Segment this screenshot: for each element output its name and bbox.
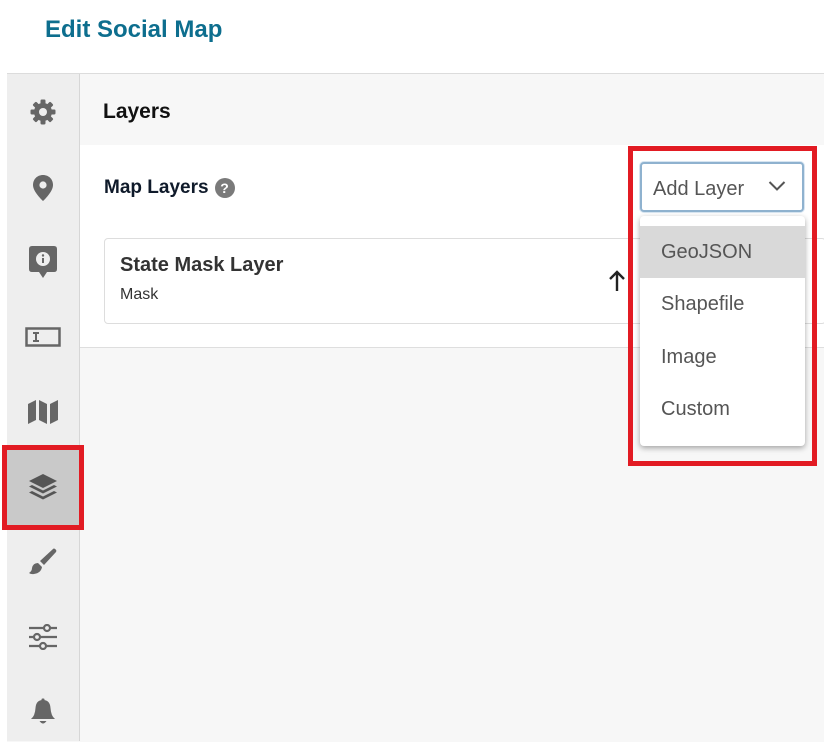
layer-name: State Mask Layer — [120, 254, 284, 276]
dropdown-option-shapefile[interactable]: Shapefile — [640, 278, 805, 330]
move-up-button[interactable] — [605, 269, 629, 293]
sidebar-item-text[interactable] — [7, 299, 79, 375]
dropdown-option-custom[interactable]: Custom — [640, 383, 805, 435]
bell-icon — [31, 698, 55, 724]
gear-icon — [30, 99, 56, 125]
sliders-icon — [29, 624, 57, 650]
map-icon — [28, 400, 58, 424]
sidebar-item-map[interactable] — [7, 374, 79, 450]
section-title: Layers — [103, 100, 171, 123]
chevron-down-icon — [768, 181, 786, 191]
sidebar-item-location[interactable] — [7, 150, 79, 226]
add-layer-select[interactable]: Add Layer — [640, 162, 804, 212]
layer-type: Mask — [120, 286, 159, 303]
dropdown-option-geojson[interactable]: GeoJSON — [640, 226, 805, 278]
sidebar-item-style[interactable] — [7, 524, 79, 600]
map-layers-heading: Map Layers ? — [104, 177, 235, 199]
dropdown-option-image[interactable]: Image — [640, 331, 805, 383]
sidebar-item-settings[interactable] — [7, 74, 79, 150]
sidebar-item-info-marker[interactable] — [7, 224, 79, 300]
sidebar-item-layers[interactable] — [7, 449, 79, 525]
paintbrush-icon — [29, 548, 57, 575]
text-field-icon — [25, 327, 61, 347]
sidebar-item-notifications[interactable] — [7, 674, 79, 750]
layers-icon — [29, 474, 57, 500]
add-layer-label: Add Layer — [653, 178, 745, 200]
map-layers-label: Map Layers — [104, 177, 209, 198]
page-title: Edit Social Map — [45, 16, 223, 43]
help-icon[interactable]: ? — [214, 178, 235, 198]
sidebar-item-filters[interactable] — [7, 599, 79, 675]
location-pin-icon — [33, 175, 53, 201]
arrow-up-icon — [609, 270, 625, 291]
add-layer-dropdown: GeoJSON Shapefile Image Custom — [640, 216, 805, 446]
sidebar — [7, 74, 80, 741]
info-marker-icon — [29, 246, 57, 278]
